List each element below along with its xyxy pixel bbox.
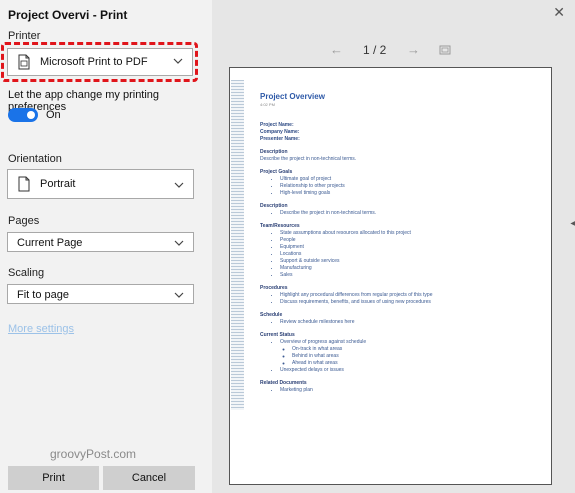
cancel-button[interactable]: Cancel: [103, 466, 195, 490]
doc-heading: Schedule: [260, 312, 283, 318]
fit-page-icon[interactable]: [439, 45, 451, 55]
pages-value: Current Page: [17, 237, 83, 249]
list-subitem: On-track in what areas: [292, 346, 540, 353]
list-item: People: [280, 237, 540, 244]
toggle-label: On: [46, 109, 61, 121]
doc-list: Marketing plan: [260, 387, 540, 394]
doc-list: Describe the project in non-technical te…: [260, 210, 540, 217]
doc-field: Project Name:: [260, 122, 294, 128]
doc-heading: Team/Resources: [260, 223, 300, 229]
list-item: Equipment: [280, 244, 540, 251]
print-button[interactable]: Print: [8, 466, 99, 490]
list-subitem: Ahead in what areas: [292, 360, 540, 367]
list-item: Discuss requirements, benefits, and issu…: [280, 299, 540, 306]
list-item: Relationship to other projects: [280, 183, 540, 190]
more-settings-link[interactable]: More settings: [8, 323, 74, 335]
print-preview-page: Project Overview 4:02 PM Project Name: C…: [229, 67, 552, 485]
doc-paragraph: Describe the project in non-technical te…: [260, 156, 357, 162]
chevron-down-icon: [173, 58, 183, 64]
list-item: High-level timing goals: [280, 190, 540, 197]
doc-field: Company Name:: [260, 129, 300, 135]
pdf-printer-icon: [18, 54, 30, 70]
preferences-text: Let the app change my printing preferenc…: [8, 89, 160, 113]
doc-title: Project Overview: [260, 92, 325, 101]
doc-heading: Related Documents: [260, 380, 307, 386]
previous-page-icon[interactable]: ←: [330, 42, 343, 57]
preferences-toggle[interactable]: [8, 108, 38, 122]
list-subitem: Behind in what areas: [292, 353, 540, 360]
doc-heading: Procedures: [260, 285, 288, 291]
doc-list: State assumptions about resources alloca…: [260, 230, 540, 279]
list-item: Highlight any procedural differences fro…: [280, 292, 540, 299]
scroll-arrow-icon[interactable]: [570, 220, 575, 234]
doc-list: Ultimate goal of project Relationship to…: [260, 176, 540, 197]
doc-heading: Project Goals: [260, 169, 293, 175]
close-icon[interactable]: ✕: [553, 4, 565, 21]
orientation-label: Orientation: [8, 153, 62, 165]
list-item: Unexpected delays or issues: [280, 367, 540, 374]
list-item: Locations: [280, 251, 540, 258]
document-content: Project Overview 4:02 PM Project Name: C…: [260, 92, 540, 394]
list-item-text: Overview of progress against schedule: [280, 339, 367, 345]
printer-value: Microsoft Print to PDF: [40, 56, 148, 68]
pages-label: Pages: [8, 215, 40, 227]
scaling-label: Scaling: [8, 267, 45, 279]
page-indicator: 1 / 2: [363, 43, 387, 57]
watermark: groovyPost.com: [50, 447, 137, 461]
doc-list: Overview of progress against schedule On…: [260, 339, 540, 374]
list-item: Review schedule milestones here: [280, 319, 540, 326]
printer-dropdown[interactable]: Microsoft Print to PDF: [7, 48, 193, 76]
list-item: Manufacturing: [280, 265, 540, 272]
list-item: Sales: [280, 272, 540, 279]
next-page-icon[interactable]: →: [407, 42, 420, 57]
chevron-down-icon: [174, 292, 184, 298]
scaling-dropdown[interactable]: Fit to page: [7, 284, 194, 304]
orientation-dropdown[interactable]: Portrait: [7, 169, 194, 199]
printer-label: Printer: [8, 30, 41, 42]
doc-heading: Current Status: [260, 332, 295, 338]
scaling-value: Fit to page: [17, 289, 69, 301]
orientation-value: Portrait: [40, 178, 76, 190]
page-stripe-decoration: [231, 80, 244, 410]
window-title: Project Overvi - Print: [8, 8, 128, 22]
chevron-down-icon: [174, 240, 184, 246]
doc-list: Highlight any procedural differences fro…: [260, 292, 540, 306]
pages-dropdown[interactable]: Current Page: [7, 232, 194, 252]
list-item: Overview of progress against schedule On…: [280, 339, 540, 367]
doc-time: 4:02 PM: [260, 102, 275, 107]
doc-sublist: On-track in what areas Behind in what ar…: [280, 346, 540, 367]
doc-heading: Description: [260, 149, 288, 155]
doc-list: Review schedule milestones here: [260, 319, 540, 326]
doc-heading: Description: [260, 203, 288, 209]
list-item: Describe the project in non-technical te…: [280, 210, 540, 217]
chevron-down-icon: [174, 182, 184, 188]
list-item: Ultimate goal of project: [280, 176, 540, 183]
list-item: State assumptions about resources alloca…: [280, 230, 540, 237]
toggle-knob: [27, 111, 35, 119]
portrait-page-icon: [18, 176, 30, 192]
list-item: Marketing plan: [280, 387, 540, 394]
list-item: Support & outside services: [280, 258, 540, 265]
doc-field: Presenter Name:: [260, 136, 300, 142]
